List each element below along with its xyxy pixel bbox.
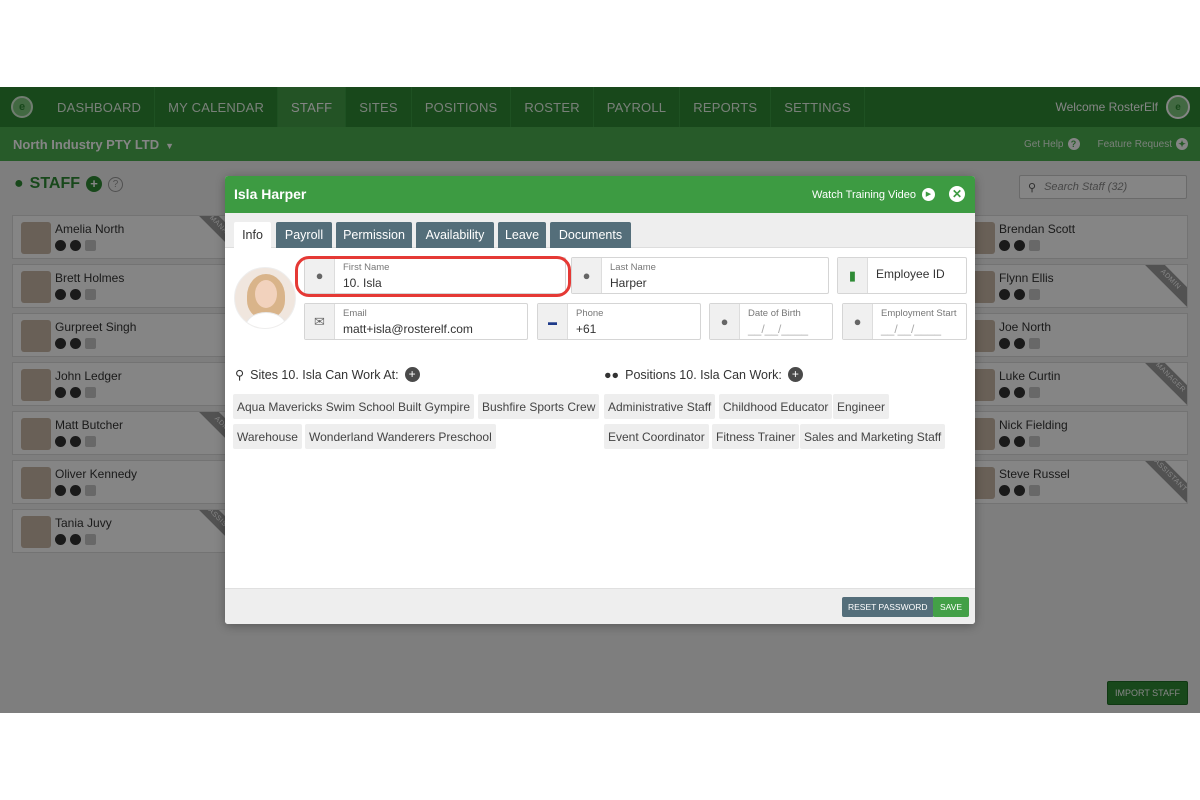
phone-label: Phone bbox=[576, 308, 604, 319]
person-icon: ● bbox=[710, 304, 740, 339]
employment-start-value: __/__/____ bbox=[881, 322, 942, 336]
sites-heading-text: Sites 10. Isla Can Work At: bbox=[250, 367, 399, 382]
position-chip[interactable]: Administrative Staff bbox=[604, 394, 716, 419]
positions-heading: ●● Positions 10. Isla Can Work: + bbox=[604, 367, 803, 382]
staff-edit-modal: Isla Harper Watch Training Video ▶ ✕ Info… bbox=[225, 176, 975, 624]
envelope-icon: ✉ bbox=[305, 304, 335, 339]
email-value: matt+isla@rosterelf.com bbox=[343, 322, 473, 336]
tab-availability[interactable]: Availability bbox=[416, 222, 494, 248]
australia-flag-icon: ▬ bbox=[538, 304, 568, 339]
people-icon: ●● bbox=[604, 367, 620, 382]
modal-title: Isla Harper bbox=[234, 186, 307, 202]
reset-password-button[interactable]: RESET PASSWORD bbox=[842, 597, 934, 617]
employee-id-label: Employee ID bbox=[876, 267, 945, 281]
site-chip[interactable]: Bushfire Sports Crew bbox=[478, 394, 600, 419]
email-field[interactable]: ✉ Email matt+isla@rosterelf.com bbox=[304, 303, 528, 340]
site-chip[interactable]: Wonderland Wanderers Preschool bbox=[305, 424, 496, 449]
play-icon: ▶ bbox=[922, 188, 935, 201]
position-chip[interactable]: Sales and Marketing Staff bbox=[800, 424, 946, 449]
phone-value: +61 bbox=[576, 322, 597, 336]
last-name-value: Harper bbox=[610, 276, 647, 290]
person-icon: ● bbox=[572, 258, 602, 293]
person-icon: ● bbox=[843, 304, 873, 339]
phone-field[interactable]: ▬ Phone +61 bbox=[537, 303, 701, 340]
position-chip[interactable]: Event Coordinator bbox=[604, 424, 709, 449]
site-chip[interactable]: Built Gympire bbox=[394, 394, 475, 419]
last-name-label: Last Name bbox=[610, 262, 656, 273]
employment-start-label: Employment Start bbox=[881, 308, 957, 319]
position-chip[interactable]: Fitness Trainer bbox=[712, 424, 800, 449]
staff-profile-photo[interactable] bbox=[234, 267, 296, 329]
email-label: Email bbox=[343, 308, 367, 319]
sites-heading: ⚲ Sites 10. Isla Can Work At: + bbox=[235, 367, 420, 382]
document-icon: ▮ bbox=[838, 258, 868, 293]
last-name-field[interactable]: ● Last Name Harper bbox=[571, 257, 829, 294]
dob-value: __/__/____ bbox=[748, 322, 809, 336]
add-position-button[interactable]: + bbox=[787, 367, 803, 382]
close-icon[interactable]: ✕ bbox=[949, 186, 965, 202]
site-chip[interactable]: Warehouse bbox=[233, 424, 302, 449]
save-button[interactable]: SAVE bbox=[933, 597, 970, 617]
watch-training-video-link[interactable]: Watch Training Video ▶ bbox=[812, 188, 935, 201]
modal-tabs: Info Payroll Permission Availability Lea… bbox=[225, 213, 975, 248]
add-site-button[interactable]: + bbox=[404, 367, 420, 382]
site-chip[interactable]: Aqua Mavericks Swim School bbox=[233, 394, 400, 419]
first-name-highlight bbox=[295, 256, 571, 297]
tab-permission[interactable]: Permission bbox=[336, 222, 412, 248]
date-of-birth-field[interactable]: ● Date of Birth __/__/____ bbox=[709, 303, 833, 340]
map-pin-icon: ⚲ bbox=[235, 368, 245, 382]
modal-header: Isla Harper Watch Training Video ▶ ✕ bbox=[225, 176, 975, 213]
tab-info[interactable]: Info bbox=[234, 222, 271, 248]
position-chip[interactable]: Childhood Educator bbox=[719, 394, 833, 419]
tab-payroll[interactable]: Payroll bbox=[276, 222, 332, 248]
tab-documents[interactable]: Documents bbox=[550, 222, 631, 248]
tab-leave[interactable]: Leave bbox=[498, 222, 546, 248]
dob-label: Date of Birth bbox=[748, 308, 801, 319]
position-chip[interactable]: Engineer bbox=[833, 394, 890, 419]
employment-start-field[interactable]: ● Employment Start __/__/____ bbox=[842, 303, 967, 340]
watch-video-label: Watch Training Video bbox=[812, 188, 916, 201]
positions-heading-text: Positions 10. Isla Can Work: bbox=[625, 367, 782, 382]
employee-id-field[interactable]: ▮ Employee ID bbox=[837, 257, 967, 294]
modal-footer: RESET PASSWORD SAVE bbox=[225, 588, 975, 624]
